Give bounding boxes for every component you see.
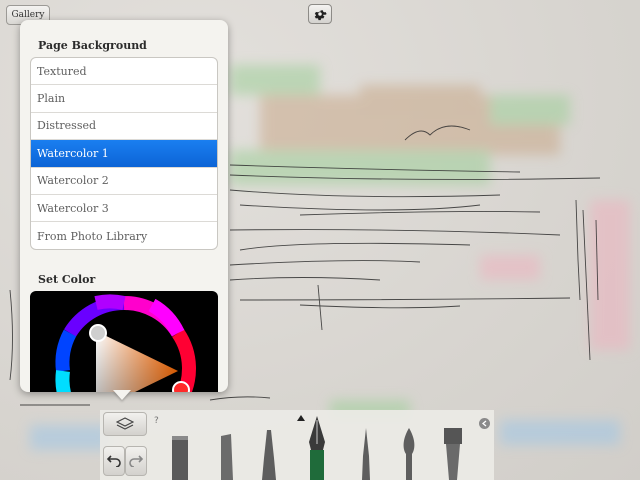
color-picker-handle[interactable] [89,324,107,342]
color-wheel[interactable] [30,291,218,392]
set-color-title: Set Color [38,273,96,286]
fountain-pen-brush[interactable] [305,414,329,480]
layers-button[interactable] [103,412,147,436]
background-options-list: Textured Plain Distressed Watercolor 1 W… [30,57,218,250]
background-option-watercolor-1[interactable]: Watercolor 1 [31,140,217,168]
gallery-button-label: Gallery [11,10,45,20]
round-brush[interactable] [398,426,420,480]
redo-icon [129,455,143,467]
help-label[interactable]: ? [154,416,159,426]
gear-icon [314,10,327,21]
hue-picker-handle[interactable] [172,381,190,392]
popover-arrow [113,390,131,400]
background-option-plain[interactable]: Plain [31,85,217,113]
background-option-photo-library[interactable]: From Photo Library [31,222,217,249]
settings-button[interactable] [308,4,332,24]
selected-tool-indicator [297,415,305,421]
fine-brush[interactable] [358,426,374,480]
pencil-brush[interactable] [168,430,192,480]
background-option-textured[interactable]: Textured [31,58,217,86]
marker-brush[interactable] [216,432,238,480]
background-option-watercolor-3[interactable]: Watercolor 3 [31,195,217,223]
color-picker[interactable] [30,291,218,392]
layers-icon [116,417,134,430]
undo-button[interactable] [103,446,125,476]
background-option-distressed[interactable]: Distressed [31,113,217,141]
page-background-title: Page Background [38,39,147,52]
ink-brush[interactable] [258,428,280,480]
page-background-popover: Page Background Textured Plain Distresse… [20,20,228,392]
background-option-watercolor-2[interactable]: Watercolor 2 [31,168,217,195]
undo-icon [107,455,121,467]
brush-toolbar: ? [100,410,494,480]
close-icon [481,420,487,427]
redo-button[interactable] [125,446,147,476]
flat-brush[interactable] [440,426,466,480]
close-toolbar-button[interactable] [479,418,490,429]
